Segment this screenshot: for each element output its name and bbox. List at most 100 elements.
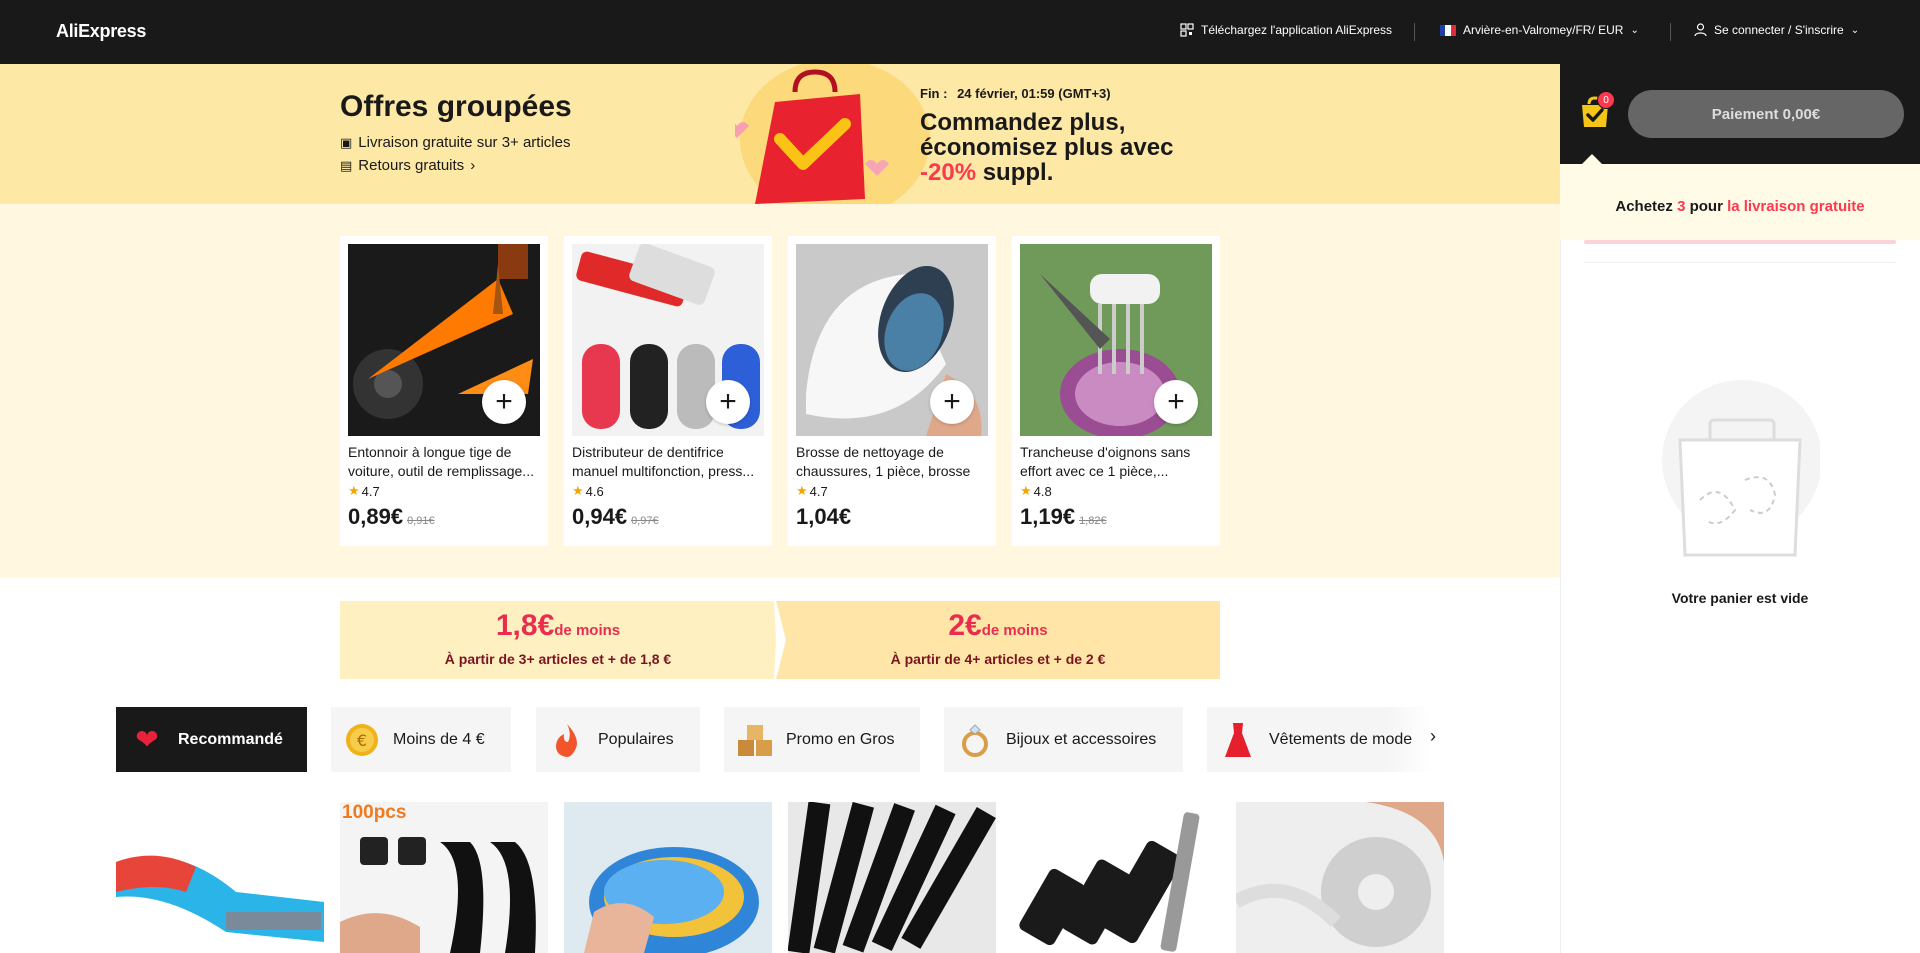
empty-cart-icon (1660, 380, 1822, 560)
product-title[interactable]: Trancheuse d'oignons sans effort avec ce… (1020, 443, 1214, 481)
heart-icon: ❤ (135, 724, 159, 755)
product-tile[interactable] (1236, 802, 1444, 953)
user-icon (1694, 23, 1707, 37)
return-box-icon: ▤ (340, 157, 353, 173)
chevron-right-icon[interactable]: › (1430, 726, 1436, 747)
free-prefix: Achetez (1615, 198, 1673, 215)
product-image[interactable]: + (796, 244, 988, 436)
original-price: 0,97€ (631, 515, 659, 527)
category-tab-jewelry[interactable]: Bijoux et accessoires (944, 707, 1183, 772)
category-label: Bijoux et accessoires (1006, 730, 1157, 748)
top-bar: AliExpress Téléchargez l'application Ali… (0, 0, 1920, 64)
star-icon: ★ (572, 483, 584, 498)
empty-cart-message: Votre panier est vide (1671, 590, 1809, 606)
product-rating: ★ 4.6 (572, 483, 604, 499)
plus-icon: + (719, 385, 737, 418)
product-title[interactable]: Distributeur de dentifrice manuel multif… (572, 443, 766, 481)
original-price: 0,91€ (407, 515, 435, 527)
chevron-down-icon: ⌄ (1630, 24, 1639, 36)
flame-icon (548, 721, 586, 759)
tier-condition: À partir de 3+ articles et + de 1,8 € (444, 651, 672, 667)
current-price: 1,19€ (1020, 504, 1076, 529)
cart-pointer (1582, 154, 1602, 164)
product-price: 0,89€ 0,91€ (348, 504, 435, 530)
free-returns-label: Retours gratuits (358, 157, 465, 174)
svg-text:€: € (357, 731, 367, 750)
add-to-bundle-button[interactable]: + (706, 380, 750, 424)
promo-end-date: 24 février, 01:59 (GMT+3) (957, 86, 1111, 101)
aliexpress-logo[interactable]: AliExpress (56, 21, 146, 42)
category-tab-recommended[interactable]: ❤ Recommandé (116, 707, 307, 772)
euro-coin-icon: € (343, 721, 381, 759)
bundle-product-card[interactable]: + Brosse de nettoyage de chaussures, 1 p… (788, 236, 996, 546)
free-shipping-label: Livraison gratuite sur 3+ articles (358, 134, 571, 151)
promo-line-2: économisez plus avec (920, 134, 1174, 161)
signin-label: Se connecter / S'inscrire (1714, 23, 1844, 37)
bundle-product-card[interactable]: + Entonnoir à longue tige de voiture, ou… (340, 236, 548, 546)
category-tab-popular[interactable]: Populaires (536, 707, 700, 772)
truck-icon: ▣ (340, 134, 353, 150)
add-to-bundle-button[interactable]: + (1154, 380, 1198, 424)
signin-link[interactable]: Se connecter / S'inscrire ⌄ (1694, 23, 1859, 37)
product-tile[interactable] (564, 802, 772, 953)
free-suffix: la livraison gratuite (1727, 198, 1865, 215)
promo-suffix: suppl. (982, 159, 1054, 186)
tier-value: 1,8€ (495, 609, 555, 642)
app-download-label: Téléchargez l'application AliExpress (1201, 23, 1393, 37)
product-tile[interactable] (788, 802, 996, 953)
promo-discount: -20% (920, 159, 977, 186)
product-price: 0,94€ 0,97€ (572, 504, 659, 530)
chevron-right-icon: › (470, 157, 476, 174)
tier-value: 2€ (948, 609, 982, 642)
bundle-product-card[interactable]: + Distributeur de dentifrice manuel mult… (564, 236, 772, 546)
tier-amount: 1,8€de moins (340, 609, 776, 643)
france-flag-icon (1440, 24, 1456, 36)
add-to-bundle-button[interactable]: + (930, 380, 974, 424)
category-tab-bulk-promo[interactable]: Promo en Gros (724, 707, 920, 772)
boxes-icon (736, 721, 774, 759)
product-rating: ★ 4.7 (796, 483, 828, 499)
bundle-product-card[interactable]: + Trancheuse d'oignons sans effort avec … (1012, 236, 1220, 546)
category-label: Populaires (598, 730, 674, 748)
product-tile[interactable]: 100pcs (340, 802, 548, 953)
add-to-bundle-button[interactable]: + (482, 380, 526, 424)
plus-icon: + (1167, 385, 1185, 418)
original-price: 1,82€ (1079, 515, 1107, 527)
product-image[interactable]: + (572, 244, 764, 436)
product-price: 1,04€ (796, 504, 851, 530)
qr-code-icon (1180, 23, 1194, 37)
promo-headline: Commandez plus, économisez plus avec -20… (920, 110, 1220, 185)
rating-value: 4.7 (361, 483, 380, 499)
product-tile[interactable] (116, 802, 324, 953)
free-count: 3 (1677, 198, 1686, 215)
product-title[interactable]: Brosse de nettoyage de chaussures, 1 piè… (796, 443, 990, 481)
current-price: 1,04€ (796, 504, 852, 529)
free-shipping-threshold: Achetez 3 pour la livraison gratuite (1560, 198, 1920, 215)
divider (1670, 23, 1671, 41)
dress-icon (1219, 721, 1257, 759)
product-title[interactable]: Entonnoir à longue tige de voiture, outi… (348, 443, 542, 481)
chevron-down-icon: ⌄ (1850, 24, 1860, 36)
tier-suffix: de moins (981, 622, 1048, 639)
category-tab-fashion[interactable]: Vêtements de mode (1207, 707, 1432, 772)
category-tab-under-4[interactable]: € Moins de 4 € (331, 707, 511, 772)
category-label: Vêtements de mode (1269, 730, 1413, 748)
tile-badge: 100pcs (342, 802, 407, 823)
locale-selector[interactable]: Arvière-en-Valromey/FR/ EUR ⌄ (1440, 23, 1639, 37)
shopping-bag-illustration (725, 59, 945, 219)
discount-tier: 2€de moins À partir de 4+ articles et + … (776, 601, 1220, 679)
divider (1584, 262, 1896, 263)
app-download-link[interactable]: Téléchargez l'application AliExpress (1180, 23, 1392, 37)
product-tile[interactable] (1012, 802, 1220, 953)
product-image[interactable]: + (1020, 244, 1212, 436)
checkout-button[interactable]: Paiement 0,00€ (1628, 90, 1904, 138)
rating-value: 4.7 (809, 483, 828, 499)
product-image[interactable]: + (348, 244, 540, 436)
discount-tier: 1,8€de moins À partir de 3+ articles et … (340, 601, 776, 679)
current-price: 0,94€ (572, 504, 628, 529)
free-returns-link[interactable]: ▤ Retours gratuits › (340, 157, 475, 174)
free-shipping-progress (1584, 240, 1896, 244)
promo-end-label: Fin : (920, 86, 948, 101)
star-icon: ★ (796, 483, 808, 498)
promo-end: Fin : 24 février, 01:59 (GMT+3) (920, 86, 1111, 101)
